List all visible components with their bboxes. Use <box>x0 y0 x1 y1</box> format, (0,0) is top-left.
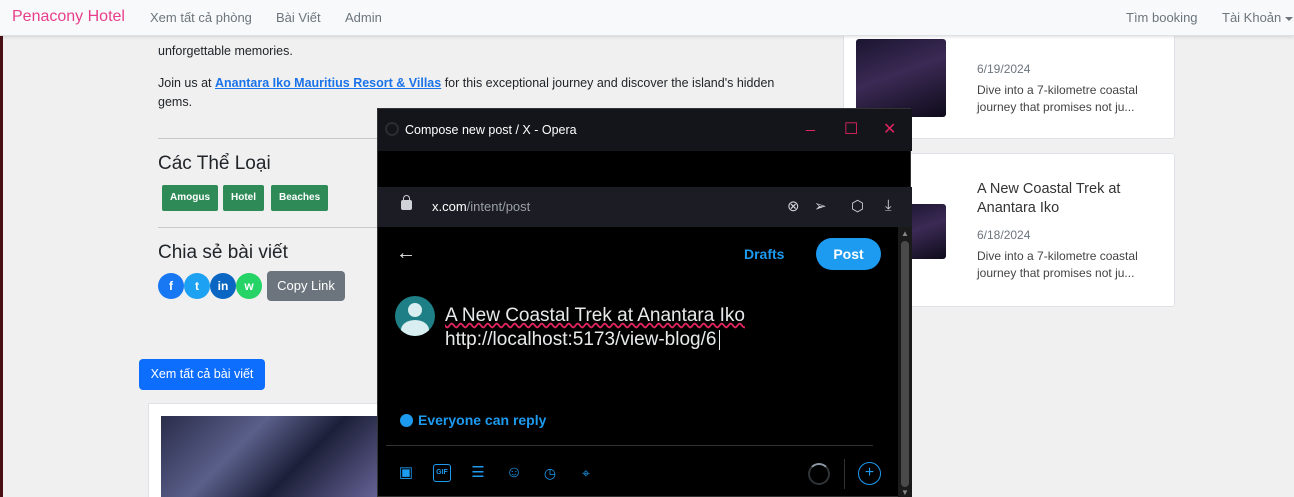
compose-url: http://localhost:5173/view-blog/6 <box>445 329 717 350</box>
window-title: Compose new post / X - Opera <box>405 123 577 137</box>
window-titlebar: Compose new post / X - Opera _ ☐ ✕ <box>378 109 912 151</box>
minimize-icon[interactable]: _ <box>806 115 815 133</box>
scroll-up-icon[interactable]: ▲ <box>901 229 909 238</box>
download-icon[interactable]: ⤓ <box>885 197 892 214</box>
url-host: x.com <box>432 199 467 214</box>
schedule-icon[interactable]: ◷ <box>541 464 559 482</box>
resort-link[interactable]: Anantara Iko Mauritius Resort & Villas <box>215 76 441 90</box>
linkedin-icon[interactable]: in <box>210 273 236 299</box>
text-cursor <box>719 329 721 350</box>
character-count-ring <box>808 463 830 485</box>
globe-icon <box>400 414 413 427</box>
url-text[interactable]: x.com/intent/post <box>432 199 530 214</box>
post-description: Dive into a 7-kilometre coastal journey … <box>977 249 1138 280</box>
block-icon[interactable]: ⊗ <box>787 197 800 215</box>
tag-amogus[interactable]: Amogus <box>162 185 218 211</box>
gif-icon[interactable]: GIF <box>433 464 451 482</box>
address-bar[interactable]: x.com/intent/post ⊗ ➢ ⬡ ⤓ <box>378 187 912 227</box>
opera-popup-window: Compose new post / X - Opera _ ☐ ✕ x.com… <box>377 108 912 497</box>
view-all-posts-button[interactable]: Xem tất cả bài viết <box>139 359 265 390</box>
opera-icon <box>385 122 399 136</box>
drafts-button[interactable]: Drafts <box>744 246 784 262</box>
add-post-icon[interactable]: + <box>858 462 881 485</box>
compose-text-line-2[interactable]: http://localhost:5173/view-blog/6 <box>445 329 721 351</box>
post-description: Dive into a 7-kilometre coastal journey … <box>977 83 1138 114</box>
url-path: /intent/post <box>466 199 531 214</box>
maximize-icon[interactable]: ☐ <box>844 119 858 139</box>
toolbar-divider <box>386 445 873 446</box>
emoji-icon[interactable]: ☺ <box>505 464 523 482</box>
categories-title: Các Thể Loại <box>158 153 271 174</box>
chevron-down-icon <box>1285 16 1294 21</box>
top-navbar: Penacony Hotel Xem tất cả phòng Bài Viết… <box>0 0 1294 36</box>
lock-icon[interactable] <box>401 195 412 210</box>
share-title: Chia sẻ bài viết <box>158 242 288 263</box>
tag-hotel[interactable]: Hotel <box>223 185 264 211</box>
article-join-paragraph: Join us at Anantara Iko Mauritius Resort… <box>158 74 798 112</box>
nav-account-dropdown[interactable]: Tài Khoản <box>1222 10 1294 25</box>
post-title[interactable]: A New Coastal Trek at Anantara Iko <box>977 180 1157 218</box>
join-prefix: Join us at <box>158 76 215 90</box>
blog-card-image <box>161 416 381 497</box>
post-button[interactable]: Post <box>816 238 881 270</box>
nav-all-rooms[interactable]: Xem tất cả phòng <box>150 10 252 25</box>
scroll-down-icon[interactable]: ▼ <box>901 488 909 497</box>
reply-setting[interactable]: Everyone can reply <box>400 412 546 428</box>
facebook-icon[interactable]: f <box>158 273 184 299</box>
reply-setting-label: Everyone can reply <box>418 412 547 428</box>
nav-posts[interactable]: Bài Viết <box>276 10 321 25</box>
send-icon[interactable]: ➢ <box>814 197 827 215</box>
scroll-thumb[interactable] <box>901 241 909 487</box>
twitter-icon[interactable]: t <box>184 273 210 299</box>
window-edge <box>0 36 3 497</box>
cube-icon[interactable]: ⬡ <box>851 197 864 215</box>
post-date: 6/19/2024 <box>977 62 1031 76</box>
post-date: 6/18/2024 <box>977 228 1031 242</box>
poll-icon[interactable]: ☰ <box>469 464 487 482</box>
blog-card[interactable] <box>148 403 388 497</box>
nav-find-booking[interactable]: Tìm booking <box>1126 10 1198 25</box>
avatar[interactable] <box>395 296 435 336</box>
whatsapp-icon[interactable]: w <box>236 273 262 299</box>
brand-logo[interactable]: Penacony Hotel <box>12 8 125 26</box>
close-icon[interactable]: ✕ <box>883 119 896 139</box>
back-arrow-icon[interactable]: ← <box>396 242 416 265</box>
scrollbar[interactable]: ▲ ▼ <box>898 227 912 497</box>
nav-admin[interactable]: Admin <box>345 10 382 25</box>
toolbar-separator <box>844 459 845 489</box>
post-thumbnail <box>856 39 946 117</box>
compose-text-line-1[interactable]: A New Coastal Trek at Anantara Iko <box>445 305 745 327</box>
tag-beaches[interactable]: Beaches <box>271 185 329 211</box>
media-icon[interactable]: ▣ <box>397 464 415 482</box>
location-icon[interactable]: ⌖ <box>577 464 595 482</box>
account-label: Tài Khoản <box>1222 10 1282 25</box>
article-paragraph-tail: unforgettable memories. <box>158 44 293 58</box>
copy-link-button[interactable]: Copy Link <box>267 271 345 301</box>
